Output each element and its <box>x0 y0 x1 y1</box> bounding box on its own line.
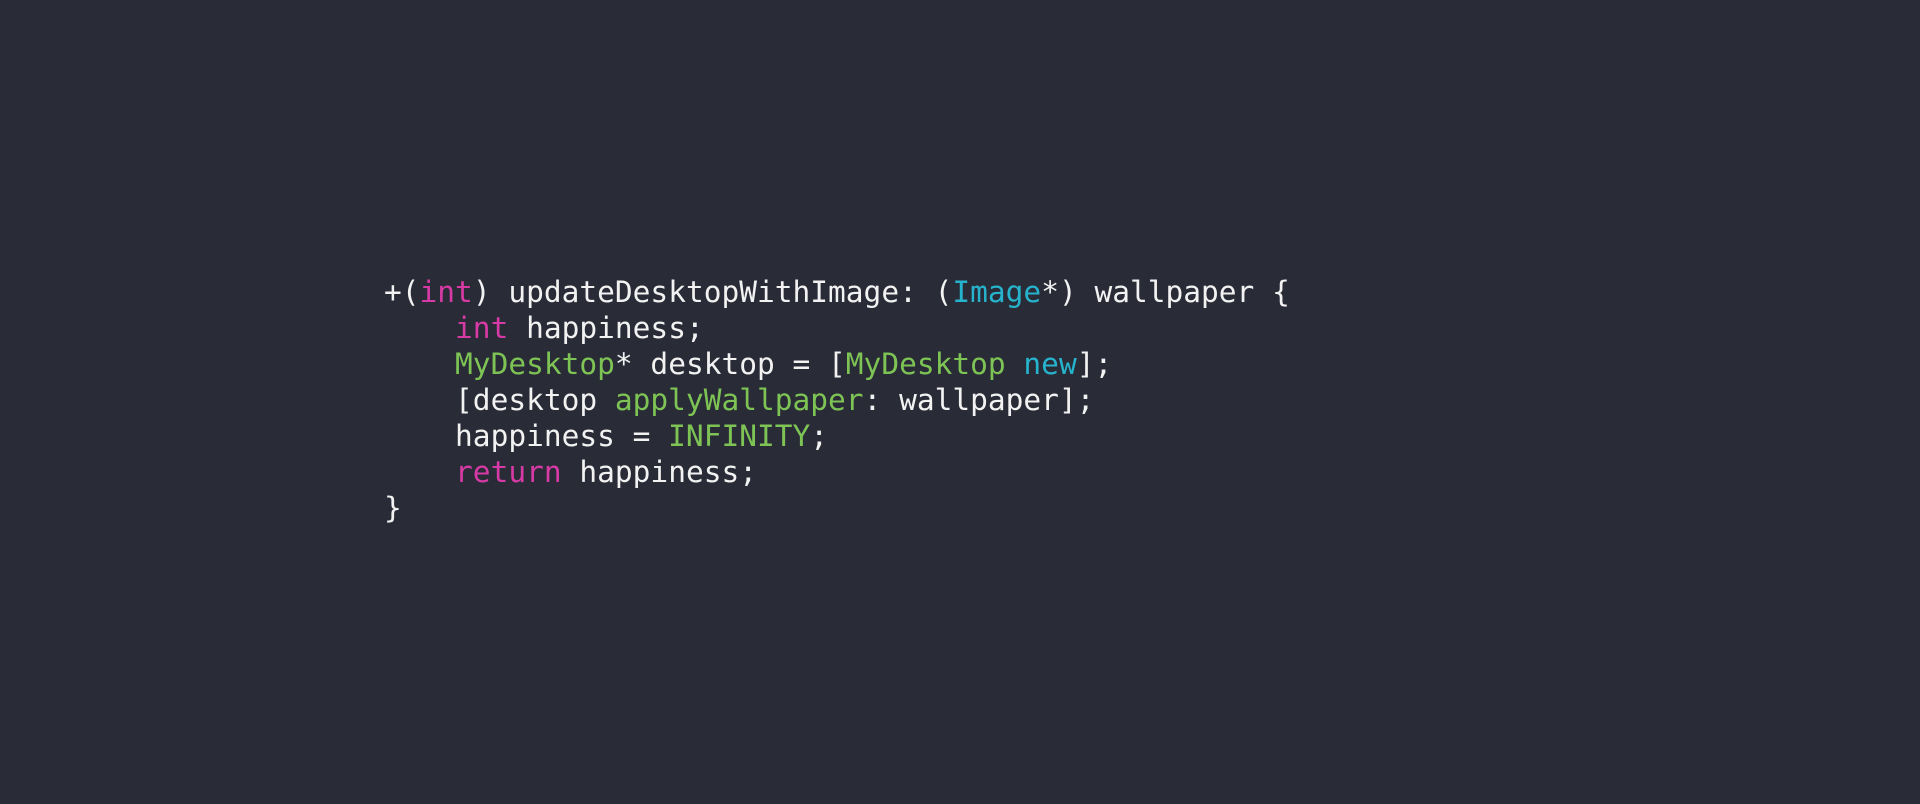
code-line: } <box>384 490 1290 526</box>
type-token: Image <box>952 275 1042 309</box>
code-line: return happiness; <box>384 454 1290 490</box>
code-text: happiness = <box>384 419 669 453</box>
keyword-token: int <box>455 311 509 345</box>
code-text: happiness; <box>561 455 757 489</box>
code-text: *) wallpaper { <box>1041 275 1290 309</box>
class-token: INFINITY <box>668 419 811 453</box>
code-line: MyDesktop* desktop = [MyDesktop new]; <box>384 346 1290 382</box>
code-text: * desktop = [ <box>614 347 846 381</box>
code-text: +( <box>384 275 420 309</box>
code-text: ) updateDesktopWithImage: ( <box>472 275 953 309</box>
class-token: applyWallpaper <box>614 383 864 417</box>
class-token: MyDesktop <box>845 347 1006 381</box>
code-text: ; <box>810 419 829 453</box>
code-block: +(int) updateDesktopWithImage: (Image*) … <box>384 274 1290 526</box>
code-line: int happiness; <box>384 310 1290 346</box>
code-line: +(int) updateDesktopWithImage: (Image*) … <box>384 274 1290 310</box>
code-line: [desktop applyWallpaper: wallpaper]; <box>384 382 1290 418</box>
code-text: [desktop <box>384 383 615 417</box>
code-text: } <box>384 491 402 525</box>
keyword-token: int <box>419 275 473 309</box>
type-token: new <box>1023 347 1077 381</box>
class-token: MyDesktop <box>455 347 615 381</box>
code-line: happiness = INFINITY; <box>384 418 1290 454</box>
keyword-token: return <box>455 455 562 489</box>
code-text: happiness; <box>508 311 704 345</box>
code-text: : wallpaper]; <box>863 383 1095 417</box>
code-text: ]; <box>1076 347 1113 381</box>
